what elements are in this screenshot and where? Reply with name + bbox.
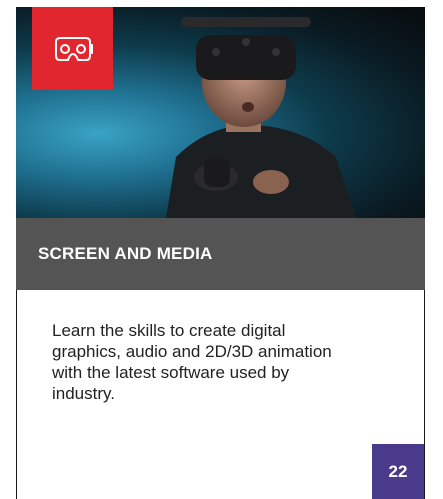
card-description: Learn the skills to create digital graph… bbox=[52, 321, 332, 403]
card-header: SCREEN AND MEDIA bbox=[16, 218, 425, 290]
card-body: Learn the skills to create digital graph… bbox=[16, 290, 425, 499]
category-badge bbox=[32, 7, 113, 90]
vr-headset-icon bbox=[54, 36, 93, 61]
course-card[interactable]: SCREEN AND MEDIA Learn the skills to cre… bbox=[16, 0, 425, 499]
card-title: SCREEN AND MEDIA bbox=[38, 244, 213, 263]
page-number-badge[interactable]: 22 bbox=[372, 444, 424, 499]
